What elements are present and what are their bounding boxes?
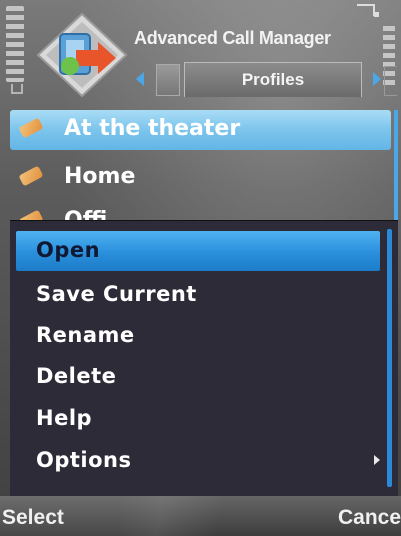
list-item-label: Home (64, 164, 136, 189)
menu-item-rename[interactable]: Rename (16, 316, 380, 356)
menu-item-label: Rename (36, 323, 135, 347)
tab-next[interactable] (384, 66, 397, 96)
tab-next-arrow-icon[interactable] (373, 72, 381, 86)
app-title: Advanced Call Manager (134, 28, 331, 48)
submenu-arrow-icon (374, 455, 380, 465)
profile-list: At the theater Home Offi (10, 110, 391, 220)
app-header: Advanced Call Manager Profiles (0, 0, 401, 108)
network-status-icon (357, 4, 379, 17)
menu-item-label: Delete (36, 364, 117, 388)
softkey-bar: Select Cance (0, 496, 401, 536)
list-item-label: At the theater (64, 116, 241, 141)
tab-prev-arrow-icon[interactable] (136, 72, 144, 86)
phone-screen: Advanced Call Manager Profiles At the th… (0, 0, 401, 536)
menu-item-options[interactable]: Options (16, 441, 380, 481)
tab-previous[interactable] (156, 64, 180, 96)
cancel-softkey[interactable]: Cance (338, 506, 401, 530)
tab-profiles[interactable]: Profiles (184, 62, 362, 97)
list-item[interactable]: At the theater (10, 110, 391, 150)
list-scrollbar[interactable] (394, 110, 398, 220)
app-logo-icon (36, 12, 128, 98)
menu-item-help[interactable]: Help (16, 399, 380, 439)
ticket-icon (18, 117, 44, 139)
tab-strip: Profiles (136, 62, 401, 98)
list-item[interactable]: Offi (10, 202, 391, 220)
list-item[interactable]: Home (10, 158, 391, 198)
menu-item-label: Options (36, 448, 132, 472)
menu-item-delete[interactable]: Delete (16, 357, 380, 397)
ticket-icon (18, 209, 44, 220)
menu-item-label: Open (36, 238, 101, 262)
ticket-icon (18, 165, 44, 187)
menu-item-open[interactable]: Open (16, 231, 380, 271)
list-item-label: Offi (64, 208, 107, 220)
menu-scrollbar[interactable] (387, 229, 392, 487)
menu-item-save-current[interactable]: Save Current (16, 275, 380, 315)
menu-item-label: Save Current (36, 282, 197, 306)
options-menu: Open Save Current Rename Delete Help Opt… (10, 220, 398, 497)
signal-strength-icon (6, 6, 24, 94)
menu-item-label: Help (36, 406, 93, 430)
select-softkey[interactable]: Select (2, 506, 64, 530)
